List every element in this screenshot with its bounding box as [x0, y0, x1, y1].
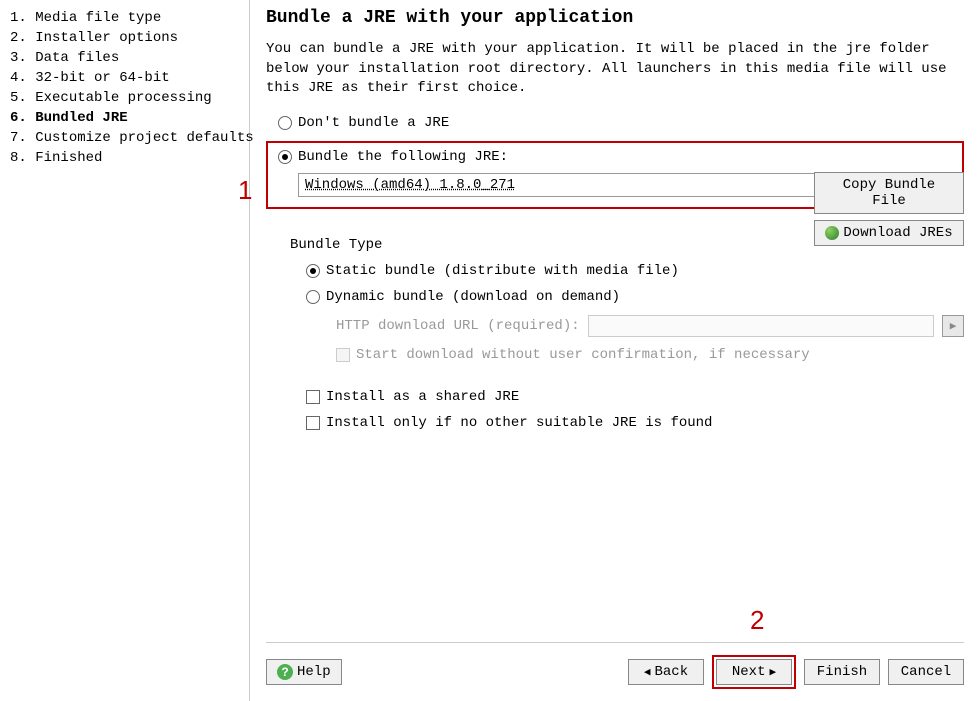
- http-url-label: HTTP download URL (required):: [336, 318, 580, 334]
- help-icon: ?: [277, 664, 293, 680]
- jre-selected-value: Windows (amd64) 1.8.0_271: [305, 177, 515, 193]
- checkbox-label: Start download without user confirmation…: [356, 347, 810, 363]
- checkbox-label: Install only if no other suitable JRE is…: [326, 415, 712, 431]
- checkbox-icon: [306, 390, 320, 404]
- cancel-button[interactable]: Cancel: [888, 659, 964, 685]
- sidebar-item-executable-processing[interactable]: 5. Executable processing: [10, 88, 239, 108]
- page-description: You can bundle a JRE with your applicati…: [266, 40, 964, 99]
- radio-label: Dynamic bundle (download on demand): [326, 289, 620, 305]
- radio-dynamic-bundle[interactable]: Dynamic bundle (download on demand): [306, 289, 964, 305]
- radio-label: Static bundle (distribute with media fil…: [326, 263, 679, 279]
- radio-icon: [306, 290, 320, 304]
- annotation-number-2: 2: [750, 605, 764, 636]
- radio-dont-bundle[interactable]: Don't bundle a JRE: [266, 115, 964, 131]
- checkbox-install-shared[interactable]: Install as a shared JRE: [306, 389, 964, 405]
- sidebar-item-media-file-type[interactable]: 1. Media file type: [10, 8, 239, 28]
- http-url-input: [588, 315, 934, 337]
- globe-icon: [825, 226, 839, 240]
- download-jres-button[interactable]: Download JREs: [814, 220, 964, 246]
- wizard-sidebar: 1. Media file type 2. Installer options …: [0, 0, 250, 701]
- sidebar-item-installer-options[interactable]: 2. Installer options: [10, 28, 239, 48]
- sidebar-item-finished[interactable]: 8. Finished: [10, 148, 239, 168]
- radio-label: Bundle the following JRE:: [298, 149, 508, 165]
- next-button[interactable]: Next ▶: [716, 659, 792, 685]
- finish-button[interactable]: Finish: [804, 659, 880, 685]
- arrow-right-icon: ▶: [769, 665, 776, 679]
- checkbox-icon: [306, 416, 320, 430]
- main-panel: Bundle a JRE with your application You c…: [250, 0, 980, 701]
- checkbox-install-only-if[interactable]: Install only if no other suitable JRE is…: [306, 415, 964, 431]
- sidebar-item-bundled-jre[interactable]: 6. Bundled JRE: [10, 108, 239, 128]
- radio-icon: [278, 150, 292, 164]
- help-button[interactable]: ? Help: [266, 659, 342, 685]
- annotation-number-1: 1: [238, 175, 252, 206]
- sidebar-item-32bit-64bit[interactable]: 4. 32-bit or 64-bit: [10, 68, 239, 88]
- checkbox-label: Install as a shared JRE: [326, 389, 519, 405]
- radio-label: Don't bundle a JRE: [298, 115, 449, 131]
- wizard-footer: ? Help ◀ Back 2 Next ▶ Finish C: [266, 642, 964, 701]
- browse-button: ▶: [942, 315, 964, 337]
- radio-static-bundle[interactable]: Static bundle (distribute with media fil…: [306, 263, 964, 279]
- copy-bundle-file-button[interactable]: Copy Bundle File: [814, 172, 964, 214]
- sidebar-item-data-files[interactable]: 3. Data files: [10, 48, 239, 68]
- back-button[interactable]: ◀ Back: [628, 659, 704, 685]
- arrow-left-icon: ◀: [644, 665, 651, 679]
- checkbox-start-download: [336, 348, 350, 362]
- page-title: Bundle a JRE with your application: [266, 8, 964, 28]
- annotation-box-2: Next ▶: [712, 655, 796, 689]
- radio-icon: [306, 264, 320, 278]
- sidebar-item-customize-defaults[interactable]: 7. Customize project defaults: [10, 128, 239, 148]
- radio-icon: [278, 116, 292, 130]
- arrow-right-icon: ▶: [950, 319, 957, 333]
- radio-bundle-following[interactable]: Bundle the following JRE:: [278, 149, 952, 165]
